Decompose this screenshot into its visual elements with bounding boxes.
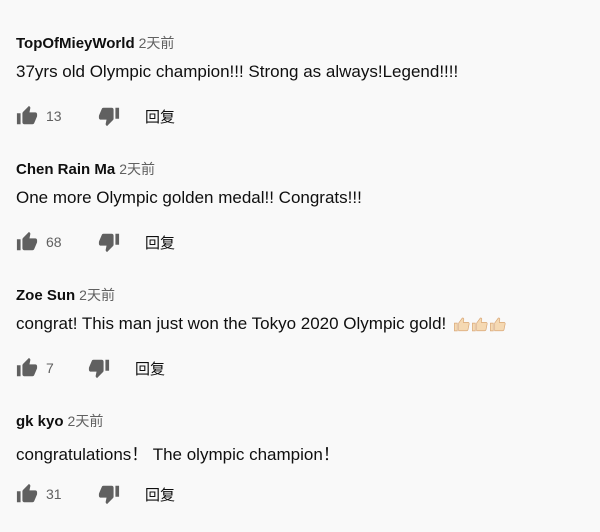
comment-header: TopOfMieyWorld 2天前	[16, 33, 600, 55]
comment-author[interactable]: TopOfMieyWorld	[16, 35, 135, 52]
reply-button[interactable]: 回复	[145, 484, 175, 505]
comment-text: 37yrs old Olympic champion!!! Strong as …	[16, 62, 459, 81]
comment-text-row: congrat! This man just won the Tokyo 202…	[16, 314, 506, 334]
comment-header: Zoe Sun 2天前	[16, 285, 600, 307]
comment-timestamp[interactable]: 2天前	[68, 411, 104, 431]
comment: Zoe Sun 2天前 congrat! This man just won t…	[16, 285, 600, 379]
reply-button[interactable]: 回复	[145, 232, 175, 253]
thumb-down-icon	[98, 233, 120, 253]
thumb-down-icon	[98, 485, 120, 505]
comment-author[interactable]: gk kyo	[16, 413, 64, 430]
dislike-button[interactable]	[98, 231, 120, 253]
comment: gk kyo 2天前 congratulations！ The olympic …	[16, 411, 600, 505]
thumb-down-icon	[98, 107, 120, 127]
comment-actions: 31 回复	[16, 482, 175, 506]
comment-actions: 13 回复	[16, 104, 175, 128]
comment-text: One more Olympic golden medal!! Congrats…	[16, 188, 362, 207]
like-button[interactable]	[16, 357, 38, 379]
comment-actions: 7 回复	[16, 356, 165, 380]
comment-timestamp[interactable]: 2天前	[79, 285, 115, 305]
like-button[interactable]	[16, 105, 38, 127]
comment-text: congratulations！ The olympic champion！	[16, 445, 340, 464]
like-count: 7	[46, 360, 54, 376]
like-button[interactable]	[16, 483, 38, 505]
comment-header: gk kyo 2天前	[16, 411, 600, 433]
thumbs-up-emoji-icon	[454, 317, 470, 332]
comment-list: TopOfMieyWorld 2天前 37yrs old Olympic cha…	[0, 0, 600, 532]
dislike-button[interactable]	[98, 105, 120, 127]
comment-header: Chen Rain Ma 2天前	[16, 159, 600, 181]
thumbs-up-emoji-icon	[472, 317, 488, 332]
comment-text: congrat! This man just won the Tokyo 202…	[16, 314, 447, 333]
reply-button[interactable]: 回复	[145, 106, 175, 127]
comment-author[interactable]: Chen Rain Ma	[16, 161, 115, 178]
thumb-up-icon	[16, 105, 38, 125]
thumbs-up-emoji-icon	[490, 317, 506, 332]
thumb-up-icon	[16, 231, 38, 251]
comment: Chen Rain Ma 2天前 One more Olympic golden…	[16, 159, 600, 253]
like-count: 31	[46, 486, 62, 502]
thumb-up-icon	[16, 483, 38, 503]
like-count: 13	[46, 108, 62, 124]
thumb-up-icon	[16, 357, 38, 377]
comment-actions: 68 回复	[16, 230, 175, 254]
like-button[interactable]	[16, 231, 38, 253]
emoji-group	[453, 316, 506, 333]
like-count: 68	[46, 234, 62, 250]
dislike-button[interactable]	[98, 483, 120, 505]
comment: TopOfMieyWorld 2天前 37yrs old Olympic cha…	[16, 33, 600, 127]
comment-author[interactable]: Zoe Sun	[16, 287, 75, 304]
comment-timestamp[interactable]: 2天前	[139, 33, 175, 53]
dislike-button[interactable]	[88, 357, 110, 379]
thumb-down-icon	[88, 359, 110, 379]
reply-button[interactable]: 回复	[135, 358, 165, 379]
comment-timestamp[interactable]: 2天前	[119, 159, 155, 179]
